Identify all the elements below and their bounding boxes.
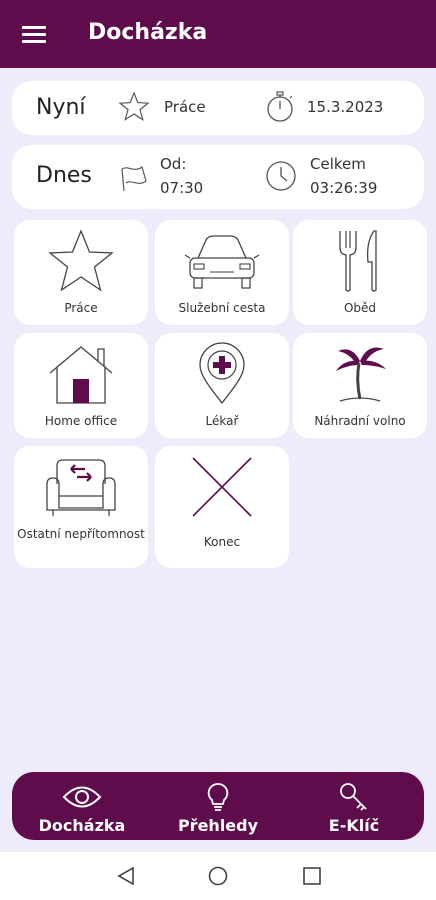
nav-label: Přehledy <box>177 816 259 835</box>
star-icon <box>118 91 150 121</box>
total-label: Celkem <box>310 155 366 173</box>
tile-prace[interactable]: Práce <box>14 220 148 325</box>
star-icon <box>48 229 114 292</box>
tile-label: Náhradní volno <box>314 414 406 428</box>
tile-home-office[interactable]: Home office <box>14 333 148 438</box>
car-icon <box>184 235 260 289</box>
tile-label: Konec <box>203 535 241 549</box>
tile-label: Oběd <box>343 301 377 315</box>
now-status: Práce <box>164 98 206 116</box>
tile-label: Služební cesta <box>178 301 266 315</box>
tile-label: Lékař <box>205 414 239 428</box>
tile-label: Ostatní nepřítomnost <box>17 527 145 541</box>
today-card: Dnes Od: 07:30 Celkem 03:26:39 <box>12 145 424 209</box>
tile-lekar[interactable]: Lékař <box>155 333 289 438</box>
tile-konec[interactable]: Konec <box>155 446 289 568</box>
page-title: Docházka <box>88 20 208 45</box>
nav-label: E-Klíč <box>328 816 380 835</box>
nav-label: Docházka <box>38 816 126 835</box>
home-circle-icon[interactable] <box>208 866 228 886</box>
now-date: 15.3.2023 <box>307 98 384 116</box>
stopwatch-icon <box>267 91 293 122</box>
total-time: 03:26:39 <box>310 179 378 197</box>
system-nav-bar <box>0 852 436 900</box>
medical-pin-icon <box>199 342 245 405</box>
app-bar: Docházka <box>0 0 436 68</box>
now-label: Nyní <box>36 95 86 120</box>
palm-tree-icon <box>336 347 386 402</box>
from-label: Od: <box>160 155 187 173</box>
tile-label: Práce <box>64 301 98 315</box>
fork-knife-icon <box>339 230 377 292</box>
cross-icon <box>192 457 252 517</box>
flag-icon <box>121 165 147 192</box>
eye-icon <box>62 786 102 808</box>
from-time: 07:30 <box>160 179 204 197</box>
back-triangle-icon[interactable] <box>116 866 136 886</box>
nav-e-klic[interactable]: E-Klíč <box>294 772 414 840</box>
nav-prehledy[interactable]: Přehledy <box>158 772 278 840</box>
today-label: Dnes <box>36 163 92 188</box>
tile-obed[interactable]: Oběd <box>293 220 427 325</box>
now-card: Nyní Práce 15.3.2023 <box>12 81 424 135</box>
clock-icon <box>266 161 296 191</box>
bottom-nav: Docházka Přehledy E-Klíč <box>12 772 424 840</box>
tile-nahradni-volno[interactable]: Náhradní volno <box>293 333 427 438</box>
armchair-icon <box>46 459 116 516</box>
tile-sluzebni-cesta[interactable]: Služební cesta <box>155 220 289 325</box>
key-icon <box>340 783 367 811</box>
tile-label: Home office <box>44 414 118 428</box>
recents-square-icon[interactable] <box>302 866 322 886</box>
lightbulb-icon <box>207 783 229 811</box>
tile-ostatni-nepritomnost[interactable]: Ostatní nepřítomnost <box>14 446 148 568</box>
house-icon <box>49 346 113 404</box>
hamburger-menu-icon[interactable] <box>22 26 46 44</box>
nav-dochazka[interactable]: Docházka <box>22 772 142 840</box>
